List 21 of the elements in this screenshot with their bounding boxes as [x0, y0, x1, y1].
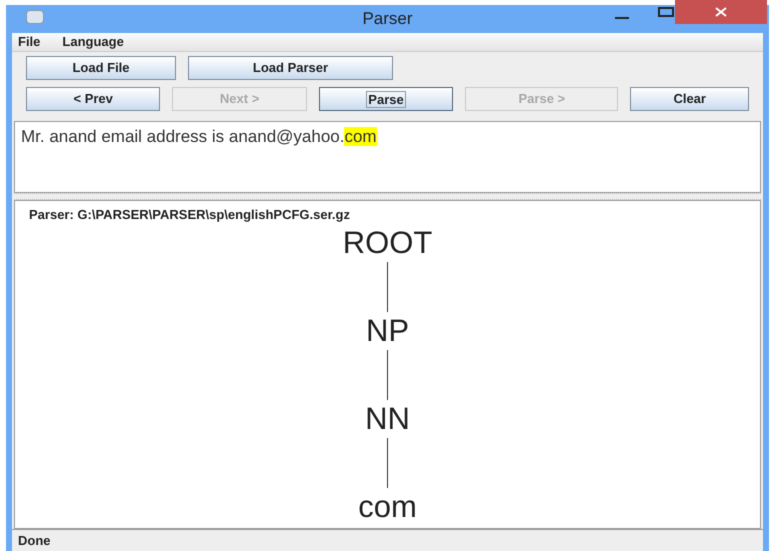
tree-edge [386, 438, 388, 488]
tree-node-label: NP [366, 312, 410, 350]
tree-node-label: ROOT [342, 224, 432, 262]
window-title: Parser [362, 8, 413, 30]
toolbar-button[interactable]: Load File [26, 56, 176, 80]
app-icon [26, 10, 44, 24]
input-sentence: Mr. anand email address is anand@yahoo.com [21, 127, 377, 146]
parser-path: Parser: G:\PARSER\PARSER\sp\englishPCFG.ser.gz [29, 206, 351, 224]
tree-node-label: com [358, 488, 417, 526]
toolbar-button[interactable]: Clear [630, 87, 749, 111]
toolbar-button[interactable]: Parse [318, 87, 454, 111]
tree-edge [386, 350, 388, 400]
menu-item[interactable]: Language [62, 32, 124, 52]
tree-edge [386, 262, 388, 312]
toolbar-button[interactable]: Load Parser [188, 56, 393, 80]
input-text-area[interactable]: Mr. anand email address is anand@yahoo.com [14, 121, 761, 193]
status-text: Done [18, 532, 50, 550]
menu-item[interactable]: File [18, 32, 40, 52]
toolbar-button[interactable]: < Prev [26, 87, 160, 111]
tree-node-label: NN [365, 400, 410, 438]
close-icon [715, 7, 727, 17]
